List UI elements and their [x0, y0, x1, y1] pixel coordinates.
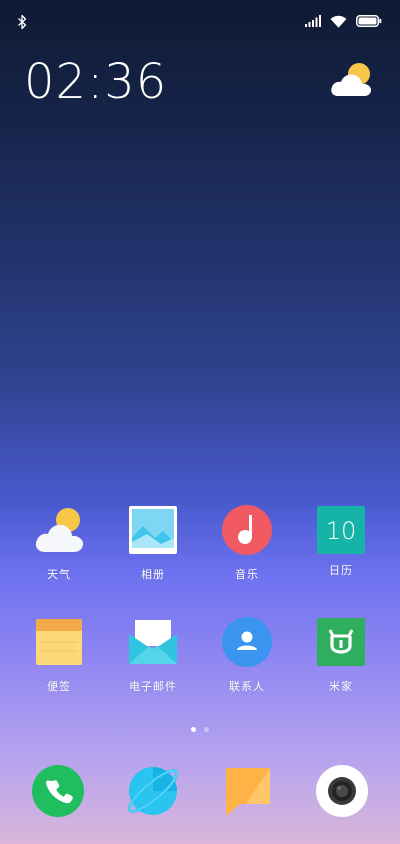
messages-icon[interactable]	[222, 764, 276, 818]
partly-cloudy-icon[interactable]	[328, 60, 376, 102]
app-mi-home[interactable]: 米家	[301, 616, 381, 694]
app-label-music: 音乐	[235, 568, 259, 581]
calendar-icon: 10	[317, 506, 365, 554]
app-weather[interactable]: 天气	[19, 504, 99, 582]
app-gallery[interactable]: 相册	[113, 504, 193, 582]
app-contacts[interactable]: 联系人	[207, 616, 287, 694]
calendar-day: 10	[325, 517, 357, 545]
page-indicator[interactable]	[0, 727, 400, 732]
weather-caption	[320, 110, 378, 118]
wifi-icon	[330, 15, 347, 27]
contacts-icon	[222, 617, 272, 667]
status-bar	[0, 0, 400, 42]
music-icon	[222, 505, 272, 555]
app-notes[interactable]: 便签	[19, 616, 99, 694]
app-email[interactable]: 电子邮件	[113, 616, 193, 694]
bluetooth-icon	[18, 14, 27, 30]
mi-home-icon	[317, 618, 365, 666]
app-label-mi-home: 米家	[329, 680, 353, 693]
battery-icon	[356, 15, 382, 27]
gallery-icon	[129, 506, 177, 554]
app-label-contacts: 联系人	[229, 680, 265, 693]
app-label-weather: 天气	[47, 568, 71, 581]
signal-icon	[305, 15, 321, 27]
weather-icon	[35, 508, 84, 552]
app-label-email: 电子邮件	[129, 680, 177, 693]
app-label-notes: 便签	[47, 680, 71, 693]
app-label-gallery: 相册	[141, 568, 165, 581]
page-dot-2[interactable]	[204, 727, 209, 732]
app-calendar[interactable]: 10 日历	[301, 504, 381, 578]
camera-icon[interactable]	[315, 764, 369, 818]
date-line	[26, 110, 126, 118]
status-icons	[305, 14, 382, 28]
app-label-calendar: 日历	[329, 564, 353, 577]
email-icon	[129, 620, 177, 664]
notes-icon	[36, 619, 82, 665]
browser-icon[interactable]	[126, 764, 180, 818]
page-dot-1[interactable]	[191, 727, 196, 732]
clock-time[interactable]: 02:36	[24, 54, 167, 110]
app-music[interactable]: 音乐	[207, 504, 287, 582]
phone-icon[interactable]	[31, 764, 85, 818]
